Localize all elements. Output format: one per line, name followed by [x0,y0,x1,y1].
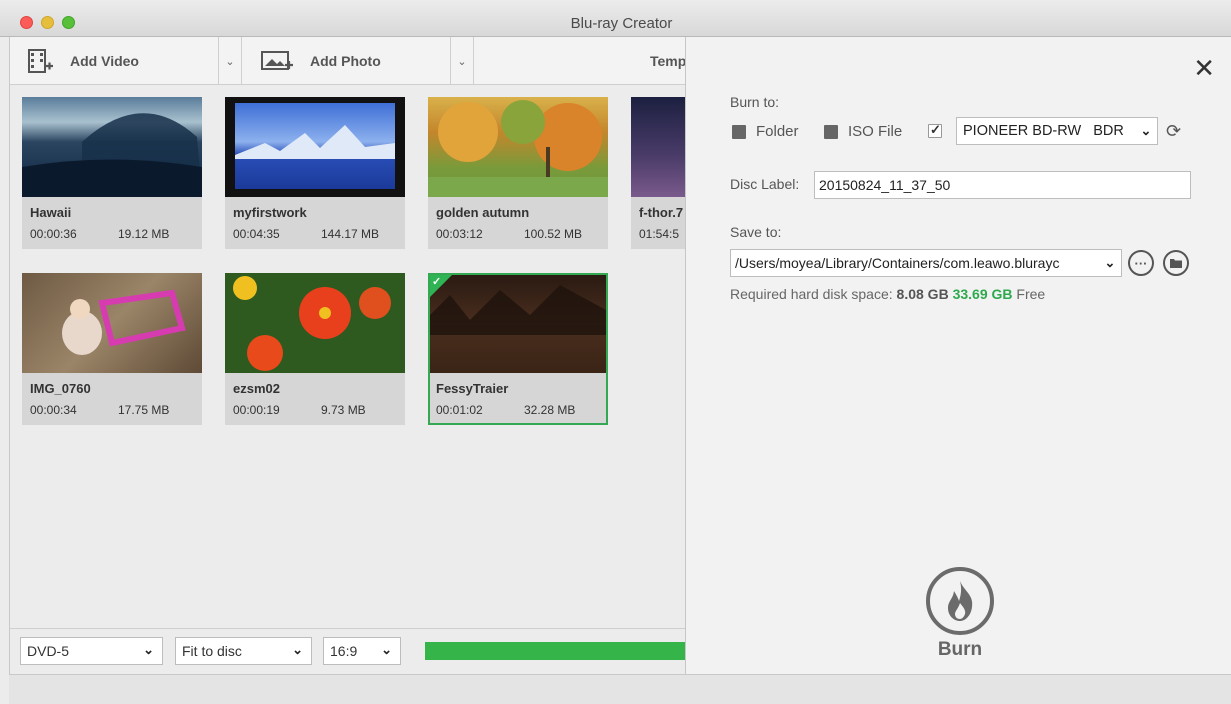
burn-button[interactable]: Burn [916,639,1004,661]
video-card[interactable]: f-thor.7 01:54:5 [631,97,686,249]
title-bar: Blu-ray Creator [0,0,1231,37]
disk-space-info: Required hard disk space: 8.08 GB 33.69 … [730,286,1045,302]
folder-label: Folder [756,123,799,140]
burn-settings-panel: ✕ Burn to: Folder ISO File PIONEER BD-RW… [685,37,1231,674]
film-add-icon [26,48,54,74]
video-card[interactable]: IMG_0760 00:00:34 17.75 MB [22,273,202,425]
template-label: Temp [650,53,687,69]
add-photo-button[interactable]: Add Photo [260,37,381,85]
disc-label-input[interactable]: 20150824_11_37_50 [814,171,1191,199]
burn-to-label: Burn to: [730,94,780,110]
video-duration: 01:54:5 [639,227,680,241]
toolbar: Add Video ⌄ Add Photo ⌄ Temp [10,37,686,85]
video-thumbnail [430,275,606,373]
refresh-icon[interactable]: ⟳ [1166,121,1181,142]
more-options-icon[interactable]: ··· [1128,250,1154,276]
disc-label-label: Disc Label: [730,176,800,192]
add-video-button[interactable]: Add Video [26,37,139,85]
toolbar-divider [241,37,242,85]
fit-mode-value: Fit to disc [182,643,242,659]
video-card-selected[interactable]: ✓ FessyTraier 00:01:02 32.28 MB [428,273,608,425]
video-name: ezsm02 [233,381,280,396]
disc-capacity-fill [425,642,686,660]
status-bar [9,674,1231,704]
video-card[interactable]: golden autumn 00:03:12 100.52 MB [428,97,608,249]
video-duration: 00:01:02 [436,403,483,417]
folder-checkbox[interactable] [732,125,746,139]
aspect-select[interactable]: 16:9 ⌄ [323,637,401,665]
chevron-down-icon: ⌄ [381,642,392,657]
disc-type-value: DVD-5 [27,643,70,659]
add-photo-label: Add Photo [310,53,381,69]
video-duration: 00:04:35 [233,227,280,241]
video-name: myfirstwork [233,205,307,220]
chevron-down-icon: ⌄ [292,642,303,657]
chevron-down-icon: ⌄ [1135,118,1157,144]
window-title: Blu-ray Creator [570,15,673,32]
burn-flame-icon[interactable] [926,567,994,635]
drive-select[interactable]: PIONEER BD-RW BDR ⌄ [956,117,1158,145]
chevron-down-icon: ⌄ [1099,250,1121,276]
video-duration: 00:00:19 [233,403,280,417]
chevron-down-icon: ⌄ [143,642,154,657]
main-pane: Add Video ⌄ Add Photo ⌄ Temp Hawaii 00:0… [9,37,686,674]
free-space-label: Free [1016,286,1046,302]
photo-add-icon [260,48,294,74]
video-card[interactable]: Hawaii 00:00:36 19.12 MB [22,97,202,249]
video-size: 100.52 MB [524,227,583,241]
drive-value: PIONEER BD-RW BDR [963,123,1124,139]
open-folder-icon[interactable] [1163,250,1189,276]
save-to-label: Save to: [730,224,782,240]
add-video-dropdown[interactable]: ⌄ [219,37,241,85]
save-path-value: /Users/moyea/Library/Containers/com.leaw… [735,255,1060,271]
video-size: 32.28 MB [524,403,576,417]
video-thumbnail [428,97,608,197]
video-name: golden autumn [436,205,530,220]
checkmark-icon: ✓ [432,276,442,288]
video-size: 19.12 MB [118,227,170,241]
video-size: 9.73 MB [321,403,366,417]
video-thumbnail [631,97,686,197]
required-space-value: 8.08 GB [896,286,949,302]
video-thumbnail [225,97,405,197]
video-thumbnail [225,273,405,373]
bottom-bar: DVD-5 ⌄ Fit to disc ⌄ 16:9 ⌄ [10,628,686,674]
video-name: f-thor.7 [639,205,684,220]
iso-file-label: ISO File [848,123,903,140]
close-icon[interactable]: ✕ [1193,55,1215,81]
video-card[interactable]: myfirstwork 00:04:35 144.17 MB [225,97,405,249]
aspect-value: 16:9 [330,643,358,659]
add-photo-dropdown[interactable]: ⌄ [451,37,473,85]
video-duration: 00:03:12 [436,227,483,241]
template-button[interactable]: Temp [650,37,686,85]
add-video-label: Add Video [70,53,139,69]
toolbar-divider [473,37,474,85]
video-name: FessyTraier [436,381,509,396]
required-space-label: Required hard disk space: [730,286,893,302]
video-duration: 00:00:36 [30,227,77,241]
video-size: 144.17 MB [321,227,380,241]
video-thumbnail [22,97,202,197]
video-duration: 00:00:34 [30,403,77,417]
iso-file-checkbox[interactable] [824,125,838,139]
free-space-value: 33.69 GB [952,286,1013,302]
disc-capacity-bar [425,642,686,660]
video-name: IMG_0760 [30,381,91,396]
drive-checkbox[interactable] [928,122,942,138]
video-name: Hawaii [30,205,72,220]
fit-mode-select[interactable]: Fit to disc ⌄ [175,637,312,665]
video-card[interactable]: ezsm02 00:00:19 9.73 MB [225,273,405,425]
video-size: 17.75 MB [118,403,170,417]
video-grid: Hawaii 00:00:36 19.12 MB myfirstwork 00:… [10,85,686,628]
disc-type-select[interactable]: DVD-5 ⌄ [20,637,163,665]
save-path-select[interactable]: /Users/moyea/Library/Containers/com.leaw… [730,249,1122,277]
video-thumbnail [22,273,202,373]
